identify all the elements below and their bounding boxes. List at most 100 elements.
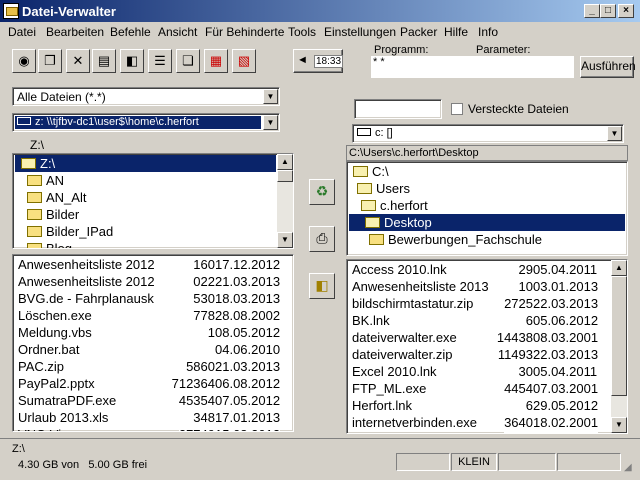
tree-item[interactable]: Bilder [15, 206, 276, 223]
file-row[interactable]: BK.lnk 6 05.06.2012 [349, 312, 609, 329]
menu-hilfe[interactable]: Hilfe [444, 25, 468, 39]
print-icon[interactable]: ⎙ [309, 226, 335, 252]
clock-button[interactable]: ◄ 18:33 [293, 49, 344, 73]
status-divider [0, 438, 640, 439]
tree-item[interactable]: AN_Alt [15, 189, 276, 206]
scroll-up-icon[interactable]: ▲ [277, 154, 293, 170]
file-size: 1284 [504, 431, 533, 433]
menu-info[interactable]: Info [478, 25, 498, 39]
binoculars-icon[interactable]: ◉ [12, 49, 36, 73]
tree-item[interactable]: Desktop [349, 214, 625, 231]
menu-tools[interactable]: Tools [288, 25, 316, 39]
scroll-up-icon[interactable]: ▲ [611, 260, 627, 276]
file-name: Ordner.bat [18, 342, 80, 357]
file-row[interactable]: bildschirmtastatur.zip 2725 22.03.2013 [349, 295, 609, 312]
file-row[interactable]: Urlaub 2013.xls 348 17.01.2013 [15, 409, 291, 426]
resize-grip-icon[interactable]: ◢ [624, 462, 632, 473]
left-file-list[interactable]: Anwesenheitsliste 2012 160 17.12.2012 Anwes… [12, 254, 294, 432]
left-tree-scrollbar[interactable]: ▲ ▼ [277, 154, 293, 248]
chevron-down-icon[interactable]: ▼ [263, 115, 278, 130]
left-folder-tree[interactable]: Z:\ AN AN_Alt Bilder Bilder_IPad Blog ▲ … [12, 153, 294, 249]
copy-icon[interactable]: ❐ [38, 49, 62, 73]
menu-bar: Datei Bearbeiten Befehle Ansicht Für Beh… [0, 22, 640, 42]
file-date: 18.03.2013 [215, 290, 281, 307]
maximize-button[interactable]: □ [600, 4, 616, 18]
status-pane [498, 453, 556, 471]
scroll-down-icon[interactable]: ▼ [611, 417, 627, 433]
folder-open-icon[interactable]: ◧ [309, 273, 335, 299]
delete-icon[interactable]: ✕ [66, 49, 90, 73]
app-icon [3, 3, 19, 19]
tree-item[interactable]: c.herfort [349, 197, 625, 214]
tree-item[interactable]: AN [15, 172, 276, 189]
file-row[interactable]: Excel 2010.lnk 30 05.04.2011 [349, 363, 609, 380]
scroll-thumb[interactable] [277, 170, 293, 182]
scroll-thumb[interactable] [611, 276, 627, 396]
file-row[interactable]: Anwesenheitsliste 2012 022 21.03.2013 [15, 273, 291, 290]
tree-item[interactable]: Bilder_IPad [15, 223, 276, 240]
tree-item[interactable]: C:\ [349, 163, 625, 180]
file-row[interactable]: Herfort.lnk 6 29.05.2012 [349, 397, 609, 414]
menu-packer[interactable]: Packer [400, 25, 437, 39]
file-row[interactable]: Löschen.exe 778 28.08.2002 [15, 307, 291, 324]
file-row[interactable]: dateiverwalter.zip 11493 22.03.2013 [349, 346, 609, 363]
file-date: 17.01.2013 [215, 409, 281, 426]
file-row[interactable]: FTP_ML.exe 4454 07.03.2001 [349, 380, 609, 397]
title-bar[interactable]: Datei-Verwalter _ □ × [0, 0, 640, 22]
multi-folder-icon[interactable]: ❏ [176, 49, 200, 73]
right-folder-tree[interactable]: C:\ Users c.herfort Desktop Bewerbungen_… [346, 161, 628, 256]
menu-bearbeiten[interactable]: Bearbeiten [46, 25, 104, 39]
network-disconnect-icon[interactable]: ▧ [232, 49, 256, 73]
hidden-files-checkbox[interactable] [451, 103, 463, 115]
recycle-icon[interactable]: ♻ [309, 179, 335, 205]
chevron-down-icon[interactable]: ▼ [263, 89, 278, 104]
menu-befehle[interactable]: Befehle [110, 25, 151, 39]
open-folder-icon[interactable]: ◧ [120, 49, 144, 73]
file-date: 21.03.2013 [215, 358, 281, 375]
network-icon[interactable]: ▦ [204, 49, 228, 73]
tree-item[interactable]: Z:\ [15, 155, 276, 172]
file-row[interactable]: SumatraPDF.exe 45354 07.05.2012 [15, 392, 291, 409]
run-button[interactable]: Ausführen [580, 56, 636, 78]
right-file-list[interactable]: Access 2010.lnk 29 05.04.2011 Anwesenheitsl… [346, 259, 628, 434]
tree-icon[interactable]: ☰ [148, 49, 172, 73]
file-row[interactable]: Meldung.vbs 1 08.05.2012 [15, 324, 291, 341]
file-size: 6 [525, 397, 533, 414]
file-row[interactable]: Access 2010.lnk 29 05.04.2011 [349, 261, 609, 278]
properties-icon[interactable]: ▤ [92, 49, 116, 73]
folder-open-icon [357, 183, 372, 194]
right-list-scrollbar[interactable]: ▲ ▼ [611, 260, 627, 433]
menu-einstellungen[interactable]: Einstellungen [324, 25, 396, 39]
file-filter-select[interactable]: Alle Dateien (*.*) ▼ [12, 87, 280, 106]
tree-item[interactable]: Bewerbungen_Fachschule [349, 231, 625, 248]
right-filter-input[interactable] [354, 99, 442, 119]
file-date: 07.03.2001 [533, 380, 599, 397]
file-date: 22.03.2013 [533, 295, 599, 312]
file-size: 530 [193, 290, 215, 307]
left-drive-select[interactable]: z: \\tjfbv-dc1\user$\home\c.herfort ▼ [12, 113, 280, 132]
file-row[interactable]: Anwesenheitsliste 2012 160 17.12.2012 [15, 256, 291, 273]
scroll-down-icon[interactable]: ▼ [277, 232, 293, 248]
chevron-down-icon[interactable]: ▼ [607, 126, 622, 141]
tree-item[interactable]: Users [349, 180, 625, 197]
menu-fuer-behinderte[interactable]: Für Behinderte [205, 25, 284, 39]
file-row[interactable]: VNC-Viewer.exe 2774915.08.2012 [15, 426, 291, 431]
file-row[interactable]: PayPal2.pptx 712364 06.08.2012 [15, 375, 291, 392]
close-button[interactable]: × [618, 4, 634, 18]
program-input[interactable]: * * [371, 56, 574, 78]
menu-datei[interactable]: Datei [8, 25, 36, 39]
tree-item[interactable]: Blog [15, 240, 276, 248]
minimize-button[interactable]: _ [584, 4, 600, 18]
menu-ansicht[interactable]: Ansicht [158, 25, 197, 39]
file-filter-value: Alle Dateien (*.*) [17, 90, 106, 104]
folder-icon [27, 243, 42, 248]
file-size: 778 [193, 307, 215, 324]
right-drive-select[interactable]: c: [] ▼ [352, 124, 624, 143]
file-row[interactable]: PAC.zip 5860 21.03.2013 [15, 358, 291, 375]
file-row[interactable]: luna.zip 128422.03.2013 [349, 431, 609, 433]
file-row[interactable]: dateiverwalter.exe 14438 08.03.2001 [349, 329, 609, 346]
file-row[interactable]: BVG.de - Fahrplanausk 530 18.03.2013 [15, 290, 291, 307]
file-row[interactable]: internetverbinden.exe 3640 18.02.2001 [349, 414, 609, 431]
file-row[interactable]: Ordner.bat 04.06.2010 [15, 341, 291, 358]
file-row[interactable]: Anwesenheitsliste 2013 10 03.01.2013 [349, 278, 609, 295]
